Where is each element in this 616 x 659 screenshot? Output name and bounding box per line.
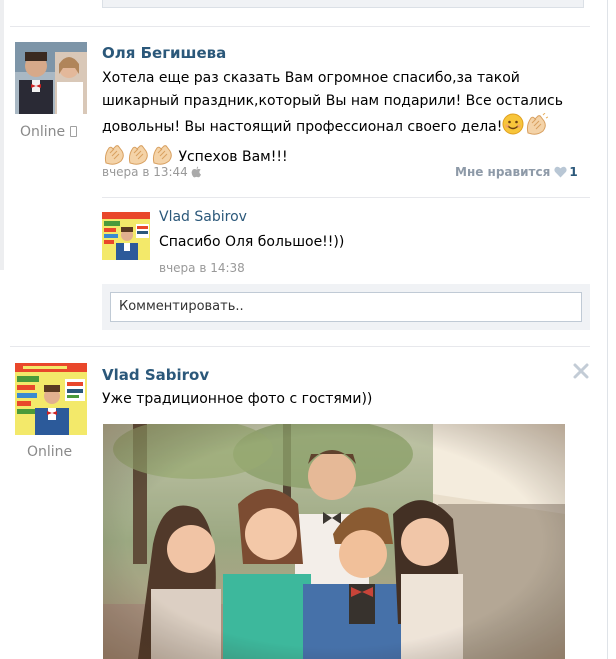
post-photo[interactable] [103,424,565,659]
previous-comment-box [102,0,584,8]
reply-time[interactable]: вчера в 14:38 [159,261,245,275]
post-author[interactable]: Оля Бегишева [102,44,226,62]
avatar[interactable] [15,42,87,114]
online-status: Online [27,444,73,460]
post-author[interactable]: Vlad Sabirov [102,366,209,384]
comment-input[interactable]: Комментировать.. [110,292,582,322]
like-button[interactable]: Мне нравится 1 [455,165,578,181]
avatar[interactable] [15,363,87,435]
post-time[interactable]: вчера в 13:44 [102,165,202,179]
comment-box: Комментировать.. [102,284,590,330]
right-border [607,0,608,659]
close-icon[interactable] [572,362,590,380]
post-separator [10,346,590,347]
reply-author[interactable]: Vlad Sabirov [159,209,247,225]
reply-text: Спасибо Оля большое!!)) [159,234,345,250]
phone-icon [70,126,78,137]
post-separator [10,26,590,27]
post-text: Уже традиционное фото с гостями)) [102,391,373,407]
smiling-face-emoji [502,113,524,143]
reply-separator [102,197,590,198]
clapping-hands-emoji [524,112,549,143]
left-shade [0,0,4,270]
online-status: Online [20,124,78,140]
reply-avatar[interactable] [102,212,150,260]
heart-icon [554,166,567,181]
post-text: Хотела еще раз сказать Вам огромное спас… [102,67,572,173]
apple-icon [191,166,202,178]
